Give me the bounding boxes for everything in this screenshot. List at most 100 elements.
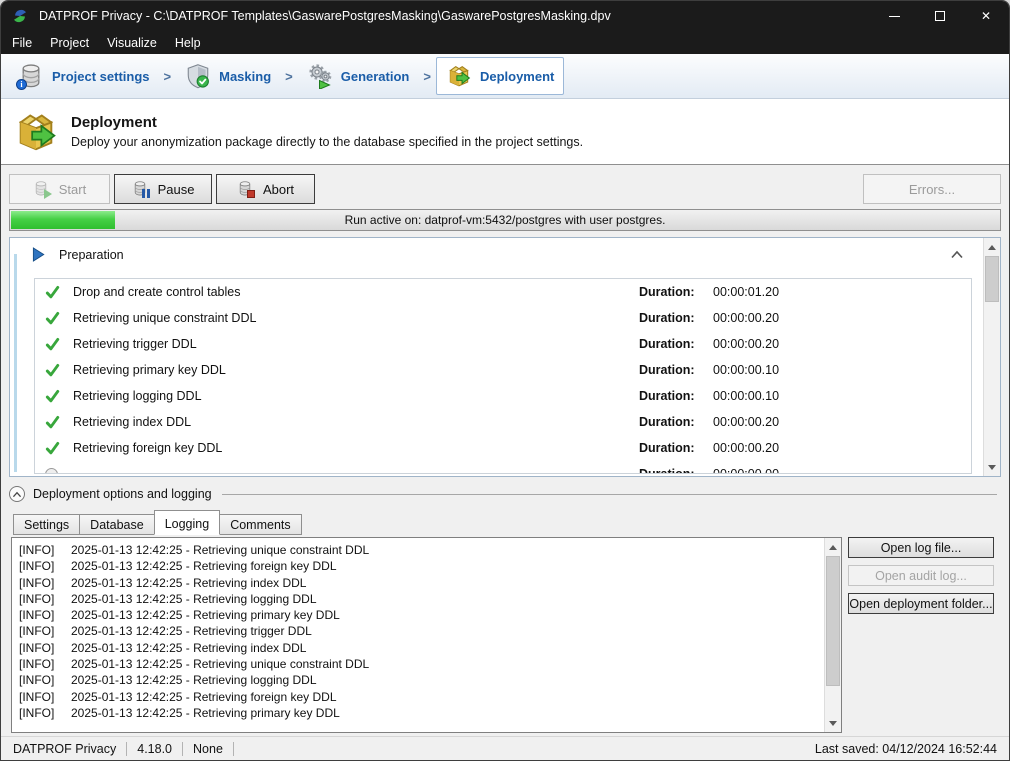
window-controls: ✕: [871, 1, 1009, 31]
log-level: [INFO]: [19, 591, 71, 607]
menu-file[interactable]: File: [3, 33, 41, 53]
log-message: 2025-01-13 12:42:25 - Retrieving primary…: [71, 607, 340, 623]
abort-button[interactable]: Abort: [216, 174, 315, 204]
shield-icon: [185, 63, 211, 89]
window-title: DATPROF Privacy - C:\DATPROF Templates\G…: [39, 9, 611, 23]
menu-project[interactable]: Project: [41, 33, 98, 53]
options-tabs: Settings Database Logging Comments: [13, 510, 1009, 535]
menu-help[interactable]: Help: [166, 33, 210, 53]
tab-logging[interactable]: Logging: [154, 510, 221, 535]
log-message: 2025-01-13 12:42:25 - Retrieving trigger…: [71, 623, 312, 639]
breadcrumb-deployment[interactable]: Deployment: [436, 57, 564, 95]
log-line: [INFO] 2025-01-13 12:42:25 - Retrieving …: [19, 558, 821, 574]
breadcrumb: i Project settings > Masking > Generatio…: [1, 54, 1009, 99]
app-logo-icon: [11, 7, 29, 25]
start-button[interactable]: Start: [9, 174, 110, 204]
log-level: [INFO]: [19, 672, 71, 688]
breadcrumb-project-settings[interactable]: i Project settings: [9, 58, 159, 94]
maximize-button[interactable]: [917, 1, 963, 31]
progress-status-text: Run active on: datprof-vm:5432/postgres …: [10, 210, 1000, 230]
scroll-down-icon[interactable]: [825, 715, 841, 731]
tab-settings[interactable]: Settings: [13, 514, 80, 535]
breadcrumb-masking[interactable]: Masking: [176, 58, 280, 94]
open-log-file-button[interactable]: Open log file...: [848, 537, 994, 558]
log-level: [INFO]: [19, 575, 71, 591]
log-message: 2025-01-13 12:42:25 - Retrieving logging…: [71, 591, 317, 607]
task-status-icon: [45, 389, 73, 404]
log-line: [INFO] 2025-01-13 12:42:25 - Retrieving …: [19, 689, 821, 705]
minimize-icon: [889, 16, 900, 17]
log-level: [INFO]: [19, 705, 71, 721]
log-message: 2025-01-13 12:42:25 - Retrieving foreign…: [71, 558, 337, 574]
task-label: Retrieving index DDL: [73, 415, 639, 429]
run-toolbar: Start Pause Abort Errors...: [9, 174, 1001, 204]
log-line: [INFO] 2025-01-13 12:42:25 - Retrieving …: [19, 705, 821, 721]
status-version: 4.18.0: [137, 742, 172, 756]
logging-tab-content: [INFO] 2025-01-13 12:42:25 - Retrieving …: [11, 537, 999, 736]
task-row: Drop and create control tables Duration:…: [35, 279, 971, 305]
log-line: [INFO] 2025-01-13 12:42:25 - Retrieving …: [19, 623, 821, 639]
errors-button[interactable]: Errors...: [863, 174, 1001, 204]
scrollbar-thumb[interactable]: [985, 256, 999, 302]
run-panel-scrollbar[interactable]: [983, 238, 1000, 476]
close-icon: ✕: [981, 10, 991, 22]
collapse-chevron-icon[interactable]: [950, 250, 964, 259]
pause-button[interactable]: Pause: [114, 174, 212, 204]
preparation-section-header[interactable]: Preparation: [32, 247, 972, 262]
page-title: Deployment: [71, 114, 583, 131]
gears-icon: [307, 63, 333, 89]
log-message: 2025-01-13 12:42:25 - Retrieving unique …: [71, 656, 369, 672]
close-button[interactable]: ✕: [963, 1, 1009, 31]
collapse-circle-icon[interactable]: [9, 486, 25, 502]
app-window: DATPROF Privacy - C:\DATPROF Templates\G…: [0, 0, 1010, 761]
tab-database[interactable]: Database: [79, 514, 155, 535]
task-status-icon: [45, 441, 73, 456]
log-line: [INFO] 2025-01-13 12:42:25 - Retrieving …: [19, 591, 821, 607]
task-status-icon: [45, 363, 73, 378]
log-message: 2025-01-13 12:42:25 - Retrieving index D…: [71, 640, 306, 656]
duration-value: 00:00:00.20: [713, 441, 779, 455]
log-lines: [INFO] 2025-01-13 12:42:25 - Retrieving …: [19, 542, 821, 721]
duration-label: Duration:: [639, 285, 703, 299]
task-status-icon: [45, 415, 73, 430]
open-deployment-folder-button[interactable]: Open deployment folder...: [848, 593, 994, 614]
tab-comments[interactable]: Comments: [219, 514, 301, 535]
duration-label: Duration:: [639, 363, 703, 377]
task-label: Retrieving primary key DDL: [73, 363, 639, 377]
task-status-icon: [45, 285, 73, 300]
scrollbar-thumb[interactable]: [826, 556, 840, 686]
log-message: 2025-01-13 12:42:25 - Retrieving foreign…: [71, 689, 337, 705]
log-level: [INFO]: [19, 542, 71, 558]
duration-value: 00:00:00.20: [713, 337, 779, 351]
minimize-button[interactable]: [871, 1, 917, 31]
duration-label: Duration:: [639, 441, 703, 455]
maximize-icon: [935, 11, 945, 21]
open-audit-log-button[interactable]: Open audit log...: [848, 565, 994, 586]
main-content: Start Pause Abort Errors... Run active o: [1, 165, 1009, 736]
log-line: [INFO] 2025-01-13 12:42:25 - Retrieving …: [19, 542, 821, 558]
duration-value: 00:00:01.20: [713, 285, 779, 299]
breadcrumb-generation[interactable]: Generation: [298, 58, 419, 94]
task-status-icon: [45, 468, 73, 475]
menubar: File Project Visualize Help: [1, 31, 1009, 54]
menu-visualize[interactable]: Visualize: [98, 33, 166, 53]
duration-label: Duration:: [639, 311, 703, 325]
duration-value: 00:00:00.10: [713, 363, 779, 377]
scroll-up-icon[interactable]: [984, 239, 1000, 255]
scroll-down-icon[interactable]: [984, 459, 1000, 475]
duration-value: 00:00:00.10: [713, 389, 779, 403]
duration-label: Duration:: [639, 337, 703, 351]
task-label: Retrieving logging DDL: [73, 389, 639, 403]
status-bar: DATPROF Privacy 4.18.0 None Last saved: …: [1, 736, 1009, 760]
section-accent-line: [14, 254, 17, 472]
task-label: Drop and create control tables: [73, 285, 639, 299]
duration-value: 00:00:00.00: [713, 467, 779, 474]
start-database-icon: [33, 180, 51, 199]
status-app-name: DATPROF Privacy: [13, 742, 116, 756]
status-separator: [126, 742, 127, 756]
log-scrollbar[interactable]: [824, 538, 841, 732]
scroll-up-icon[interactable]: [825, 539, 841, 555]
log-output[interactable]: [INFO] 2025-01-13 12:42:25 - Retrieving …: [11, 537, 842, 733]
duration-value: 00:00:00.20: [713, 311, 779, 325]
options-section-header[interactable]: Deployment options and logging: [9, 484, 999, 504]
